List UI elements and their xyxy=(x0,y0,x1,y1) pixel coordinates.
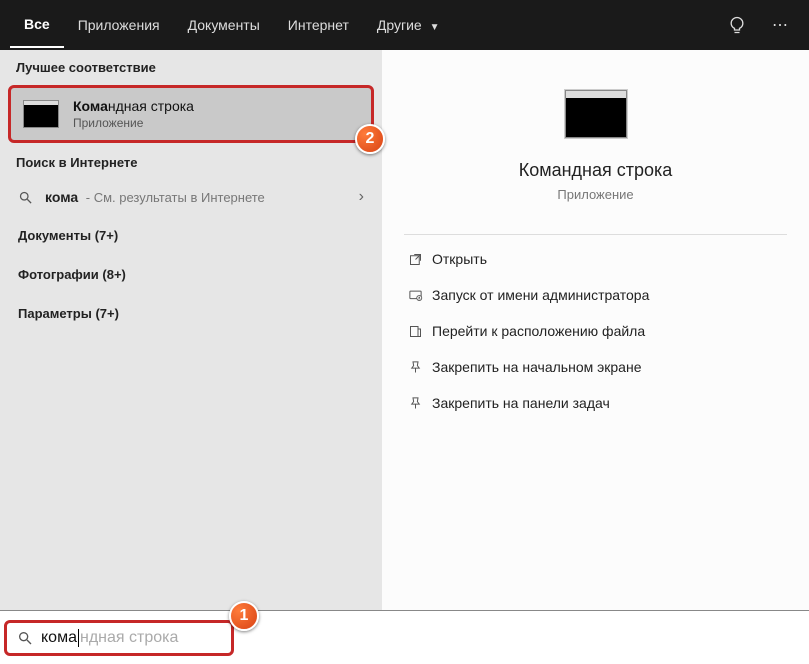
search-typed: кома xyxy=(41,629,77,647)
annotation-badge-1: 1 xyxy=(229,601,259,631)
tab-apps[interactable]: Приложения xyxy=(64,3,174,47)
preview-pane: Командная строка Приложение Открыть Запу… xyxy=(382,50,809,610)
web-search-header: Поиск в Интернете xyxy=(0,145,382,178)
web-search-result[interactable]: кома - См. результаты в Интернете › xyxy=(0,178,382,216)
preview-subtitle: Приложение xyxy=(557,187,633,202)
category-photos[interactable]: Фотографии (8+) xyxy=(0,255,382,294)
category-settings[interactable]: Параметры (7+) xyxy=(0,294,382,333)
web-query-prefix: кома xyxy=(45,189,78,205)
chevron-down-icon: ▼ xyxy=(430,22,440,33)
action-pin-start-label: Закрепить на начальном экране xyxy=(432,359,642,375)
action-admin-label: Запуск от имени администратора xyxy=(432,287,649,303)
best-match-title: Командная строка xyxy=(73,98,194,114)
pin-taskbar-icon xyxy=(408,396,432,411)
tab-all[interactable]: Все xyxy=(10,2,64,48)
tab-documents[interactable]: Документы xyxy=(174,3,274,47)
action-pin-taskbar-label: Закрепить на панели задач xyxy=(432,395,610,411)
web-query: кома - См. результаты в Интернете xyxy=(45,189,265,205)
search-input[interactable]: командная строка 1 xyxy=(4,620,234,656)
preview-app-icon xyxy=(565,90,627,138)
action-open-location[interactable]: Перейти к расположению файла xyxy=(382,313,809,349)
search-bar: командная строка 1 xyxy=(0,610,809,664)
caret-icon xyxy=(78,629,79,647)
search-ghost: ндная строка xyxy=(80,629,178,647)
cmd-icon xyxy=(23,100,59,128)
results-pane: Лучшее соответствие Командная строка При… xyxy=(0,50,382,610)
tab-web[interactable]: Интернет xyxy=(274,3,363,47)
action-run-as-admin[interactable]: Запуск от имени администратора xyxy=(382,277,809,313)
search-text: командная строка xyxy=(41,629,178,647)
search-icon xyxy=(18,190,33,205)
action-open[interactable]: Открыть xyxy=(382,241,809,277)
open-icon xyxy=(408,252,432,267)
action-open-label: Открыть xyxy=(432,251,487,267)
annotation-badge-2: 2 xyxy=(355,124,385,154)
tab-more-label: Другие xyxy=(377,17,422,33)
best-match-rest: ндная строка xyxy=(108,98,194,114)
search-scope-tabs: Все Приложения Документы Интернет Другие… xyxy=(0,0,809,50)
divider xyxy=(404,234,787,235)
feedback-icon[interactable] xyxy=(727,15,763,35)
pin-start-icon xyxy=(408,360,432,375)
search-icon xyxy=(17,630,33,646)
best-match-result[interactable]: Командная строка Приложение 2 xyxy=(8,85,374,143)
best-match-prefix: Кома xyxy=(73,98,108,114)
best-match-header: Лучшее соответствие xyxy=(0,50,382,83)
web-query-hint: - См. результаты в Интернете xyxy=(82,190,265,205)
action-location-label: Перейти к расположению файла xyxy=(432,323,645,339)
tab-more[interactable]: Другие ▼ xyxy=(363,3,454,47)
action-pin-taskbar[interactable]: Закрепить на панели задач xyxy=(382,385,809,421)
more-options-icon[interactable]: ⋯ xyxy=(763,15,799,35)
chevron-right-icon: › xyxy=(359,188,364,206)
admin-icon xyxy=(408,288,432,303)
folder-icon xyxy=(408,324,432,339)
preview-title: Командная строка xyxy=(519,160,673,181)
best-match-subtitle: Приложение xyxy=(73,116,194,130)
category-documents[interactable]: Документы (7+) xyxy=(0,216,382,255)
action-pin-start[interactable]: Закрепить на начальном экране xyxy=(382,349,809,385)
